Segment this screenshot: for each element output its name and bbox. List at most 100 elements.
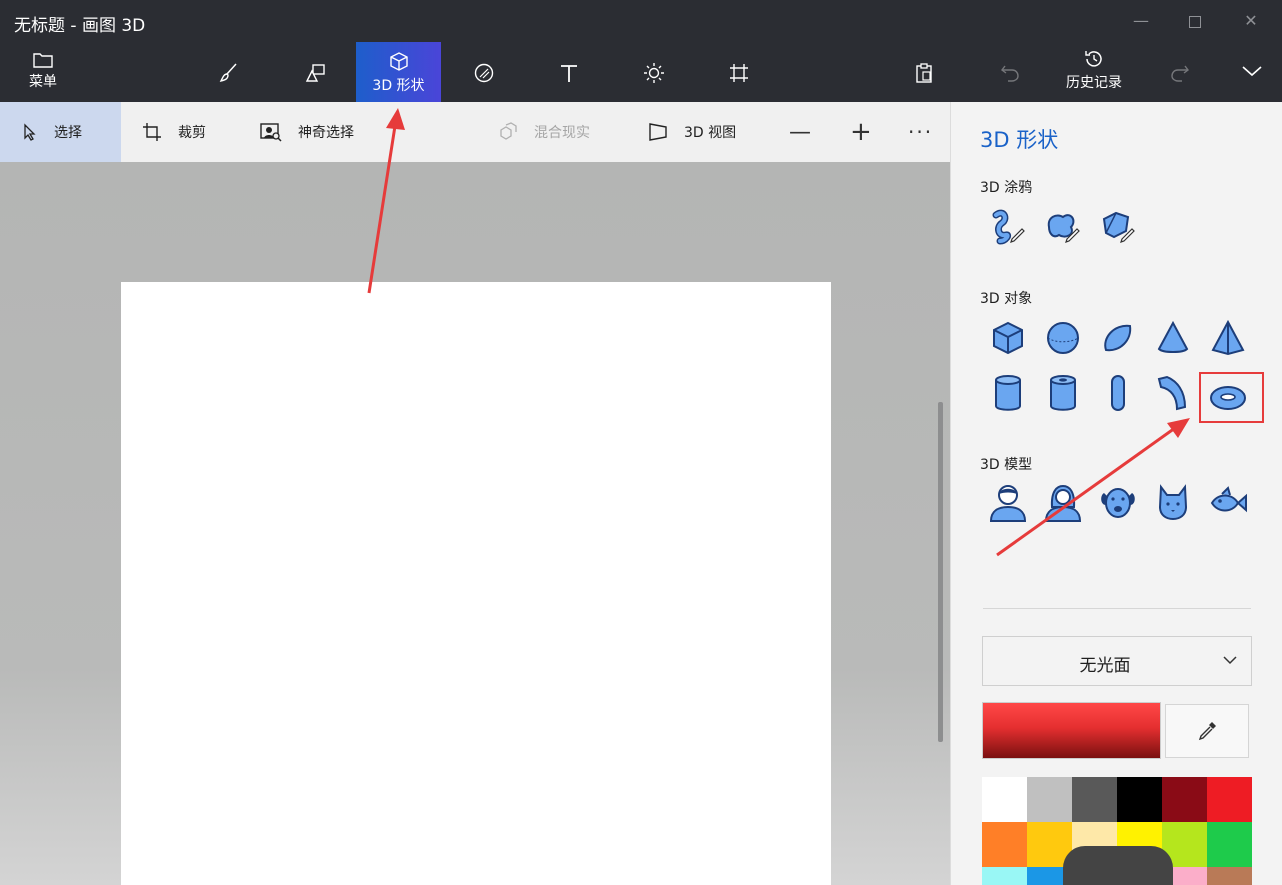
cat-model-button[interactable] xyxy=(1151,481,1195,525)
2d-shapes-icon xyxy=(305,64,325,82)
minimize-button[interactable]: — xyxy=(1126,8,1156,34)
menu-button[interactable]: 菜单 xyxy=(18,42,68,102)
3d-view-icon xyxy=(649,123,667,141)
3d-shapes-button[interactable]: 3D 形状 xyxy=(356,42,441,102)
eyedropper-icon xyxy=(1198,722,1216,741)
3d-doodle-heading: 3D 涂鸦 xyxy=(980,180,1033,196)
cone-button[interactable] xyxy=(1151,316,1195,360)
redo-button[interactable] xyxy=(1160,42,1200,102)
workspace xyxy=(0,162,950,885)
capsule-icon xyxy=(1111,375,1125,411)
3d-shapes-panel: 3D 形状 3D 涂鸦 3D 对象 3D 模型 无光面 xyxy=(950,102,1282,885)
plus-icon: + xyxy=(850,117,872,147)
folder-icon xyxy=(33,53,53,68)
capsule-button[interactable] xyxy=(1096,371,1140,415)
title-bar: 无标题 - 画图 3D — ✕ xyxy=(0,0,1282,42)
text-button[interactable] xyxy=(549,42,589,102)
2d-shapes-button[interactable] xyxy=(296,42,336,102)
zoom-out-button[interactable]: — xyxy=(789,102,811,162)
man-icon xyxy=(989,485,1027,522)
man-model-button[interactable] xyxy=(986,481,1030,525)
cat-icon xyxy=(1158,484,1188,521)
tube-doodle-button[interactable] xyxy=(1096,205,1140,249)
paste-icon xyxy=(916,63,932,83)
dog-model-button[interactable] xyxy=(1096,481,1140,525)
hemisphere-button[interactable] xyxy=(1096,316,1140,360)
history-label: 历史记录 xyxy=(1066,75,1122,91)
selection-highlight xyxy=(1199,372,1264,423)
pyramid-button[interactable] xyxy=(1206,316,1250,360)
text-icon xyxy=(561,65,577,82)
canvas-button[interactable] xyxy=(719,42,759,102)
soft-edge-doodle-icon xyxy=(1047,214,1080,243)
stickers-button[interactable] xyxy=(464,42,504,102)
cylinder-icon xyxy=(995,375,1021,411)
maximize-button[interactable] xyxy=(1180,8,1210,34)
pyramid-icon xyxy=(1211,320,1245,356)
woman-icon xyxy=(1044,484,1082,522)
palette-swatch-4[interactable] xyxy=(1162,777,1207,822)
tube-doodle-icon xyxy=(1102,211,1135,243)
history-icon xyxy=(1085,51,1102,67)
palette-swatch-5[interactable] xyxy=(1207,777,1252,822)
sticker-icon xyxy=(474,63,494,83)
magic-select-tool[interactable]: 神奇选择 xyxy=(260,102,354,162)
sphere-icon xyxy=(1047,322,1079,354)
curved-tube-icon xyxy=(1157,375,1187,411)
close-button[interactable]: ✕ xyxy=(1236,8,1266,34)
effects-icon xyxy=(644,63,664,83)
finish-dropdown[interactable]: 无光面 xyxy=(982,636,1252,686)
tube-button[interactable] xyxy=(1041,371,1085,415)
zoom-in-button[interactable]: + xyxy=(850,102,872,162)
3d-view-button[interactable]: 3D 视图 xyxy=(648,102,736,162)
crop-icon xyxy=(143,123,161,141)
palette-swatch-12[interactable] xyxy=(982,867,1027,885)
curved-tube-button[interactable] xyxy=(1151,371,1195,415)
magic-select-icon xyxy=(260,123,282,142)
panel-title: 3D 形状 xyxy=(980,128,1059,152)
palette-swatch-11[interactable] xyxy=(1207,822,1252,867)
brushes-button[interactable] xyxy=(209,42,249,102)
paste-button[interactable] xyxy=(904,42,944,102)
mixed-reality-label: 混合现实 xyxy=(534,125,590,141)
expand-ribbon-button[interactable] xyxy=(1232,42,1272,102)
palette-swatch-17[interactable] xyxy=(1207,867,1252,885)
vertical-scrollbar[interactable] xyxy=(938,402,943,742)
woman-model-button[interactable] xyxy=(1041,481,1085,525)
cylinder-button[interactable] xyxy=(986,371,1030,415)
eyedropper-button[interactable] xyxy=(1165,704,1249,758)
soft-edge-doodle-button[interactable] xyxy=(1041,205,1085,249)
palette-swatch-1[interactable] xyxy=(1027,777,1072,822)
more-options-button[interactable]: ··· xyxy=(908,102,933,162)
redo-icon xyxy=(1171,65,1189,82)
maximize-icon xyxy=(1189,15,1201,28)
finish-value: 无光面 xyxy=(1079,656,1131,676)
palette-swatch-2[interactable] xyxy=(1072,777,1117,822)
sharp-edge-doodle-button[interactable] xyxy=(986,205,1030,249)
effects-button[interactable] xyxy=(634,42,674,102)
history-button[interactable]: 历史记录 xyxy=(1058,42,1130,102)
mixed-reality-icon xyxy=(500,122,517,140)
crop-label: 裁剪 xyxy=(178,125,206,141)
ribbon: 菜单 3D 形状 历史记录 xyxy=(0,42,1282,102)
chevron-down-icon xyxy=(1223,656,1237,665)
minus-icon: — xyxy=(789,119,811,145)
drawing-canvas[interactable] xyxy=(121,282,831,885)
fish-model-button[interactable] xyxy=(1206,481,1250,525)
select-tool[interactable]: 选择 xyxy=(0,102,121,162)
menu-label: 菜单 xyxy=(29,74,57,90)
mixed-reality-button[interactable]: 混合现实 xyxy=(498,102,590,162)
cursor-icon xyxy=(24,123,36,141)
palette-swatch-0[interactable] xyxy=(982,777,1027,822)
palette-swatch-6[interactable] xyxy=(982,822,1027,867)
crop-tool[interactable]: 裁剪 xyxy=(142,102,206,162)
sphere-button[interactable] xyxy=(1041,316,1085,360)
palette-swatch-3[interactable] xyxy=(1117,777,1162,822)
cube-button[interactable] xyxy=(986,316,1030,360)
current-color-swatch[interactable] xyxy=(982,702,1161,759)
select-label: 选择 xyxy=(54,125,82,141)
3d-shapes-label: 3D 形状 xyxy=(372,78,425,94)
undo-button[interactable] xyxy=(990,42,1030,102)
tube-icon xyxy=(1050,375,1076,411)
fish-icon xyxy=(1210,486,1247,513)
